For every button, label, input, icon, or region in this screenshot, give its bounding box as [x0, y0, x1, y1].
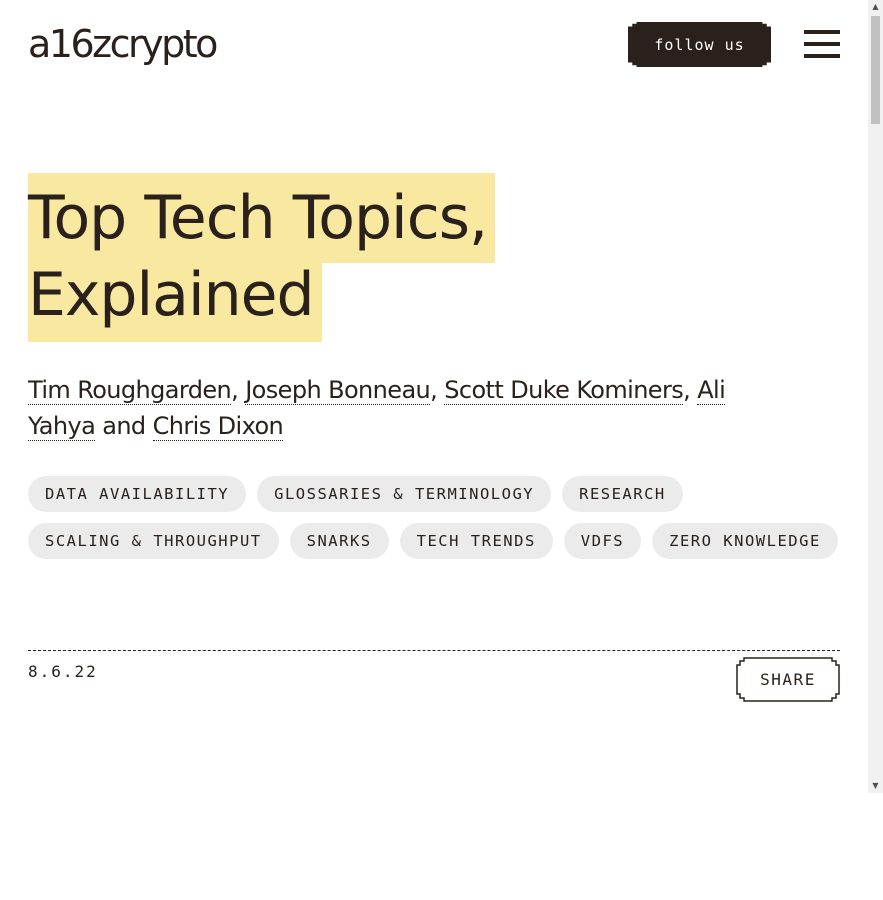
- share-button[interactable]: SHARE: [736, 657, 840, 702]
- author-link[interactable]: Joseph Bonneau: [245, 376, 431, 405]
- tag-vdfs[interactable]: VDFS: [563, 523, 642, 559]
- menu-bar-top: [804, 30, 840, 34]
- author-link[interactable]: Tim Roughgarden: [28, 376, 232, 405]
- dashed-divider: [28, 650, 840, 651]
- topic-tags: DATA AVAILABILITY GLOSSARIES & TERMINOLO…: [28, 476, 848, 570]
- scrollbar-thumb[interactable]: [871, 16, 880, 124]
- author-conjunction: and: [95, 412, 153, 440]
- author-byline: Tim Roughgarden, Joseph Bonneau, Scott D…: [28, 372, 748, 444]
- a16zcrypto-logo[interactable]: a16zcrypto: [28, 22, 218, 66]
- tag-tech-trends[interactable]: TECH TRENDS: [399, 523, 553, 559]
- publish-date: 8.6.22: [28, 662, 98, 681]
- hamburger-menu-icon[interactable]: [804, 30, 840, 58]
- author-link[interactable]: Scott Duke Kominers: [444, 376, 684, 405]
- follow-us-button[interactable]: follow us: [628, 22, 771, 67]
- title-line-2: Explained: [28, 263, 322, 342]
- tag-zero-knowledge[interactable]: ZERO KNOWLEDGE: [652, 523, 838, 559]
- vertical-scrollbar[interactable]: ▲ ▼: [868, 0, 883, 793]
- tag-scaling-throughput[interactable]: SCALING & THROUGHPUT: [28, 523, 279, 559]
- menu-bar-bottom: [804, 54, 840, 58]
- share-label: SHARE: [760, 670, 816, 689]
- tag-data-availability[interactable]: DATA AVAILABILITY: [28, 476, 247, 512]
- author-separator: ,: [683, 376, 698, 404]
- scroll-down-arrow-icon[interactable]: ▼: [868, 779, 883, 793]
- author-link[interactable]: Chris Dixon: [152, 412, 284, 441]
- tag-research[interactable]: RESEARCH: [562, 476, 683, 512]
- article-title: Top Tech Topics, Explained: [28, 173, 496, 343]
- scroll-up-arrow-icon[interactable]: ▲: [868, 0, 883, 14]
- menu-bar-middle: [804, 42, 840, 46]
- tag-row: SCALING & THROUGHPUT SNARKS TECH TRENDS …: [28, 523, 848, 559]
- page-viewport: a16zcrypto follow us Top Tech Topics, Ex…: [0, 0, 868, 793]
- tag-row: DATA AVAILABILITY GLOSSARIES & TERMINOLO…: [28, 476, 848, 512]
- tag-glossaries-terminology[interactable]: GLOSSARIES & TERMINOLOGY: [257, 476, 552, 512]
- tag-snarks[interactable]: SNARKS: [289, 523, 389, 559]
- author-separator: ,: [231, 376, 246, 404]
- author-separator: ,: [430, 376, 445, 404]
- title-line-1: Top Tech Topics,: [28, 173, 496, 263]
